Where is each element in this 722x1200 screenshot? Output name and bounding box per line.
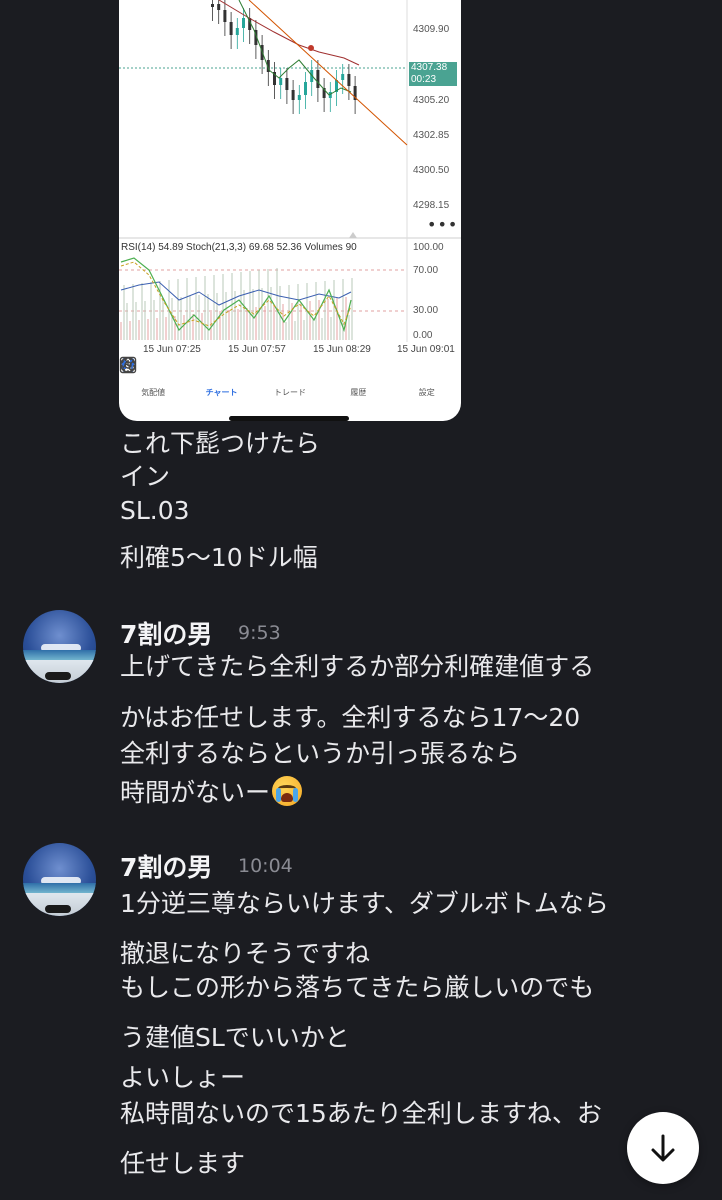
tab-chart[interactable]: チャート xyxy=(122,356,256,408)
candle-body xyxy=(229,22,233,35)
current-price-value: 4307.38 xyxy=(411,62,448,73)
trend-anchor-dot xyxy=(308,45,314,51)
candle-body xyxy=(297,95,301,100)
tab-label: トレード xyxy=(273,388,306,397)
message-time: 10:04 xyxy=(238,855,293,877)
indicator-legend: RSI(14) 54.89 Stoch(21,3,3) 69.68 52.36 … xyxy=(121,242,357,253)
candle-body xyxy=(223,10,227,22)
osc-axis-label: 0.00 xyxy=(413,330,433,341)
price-label: 4300.50 xyxy=(413,165,450,176)
message-time: 9:53 xyxy=(238,622,281,644)
app-tab-bar: 気配値 チャート トレード 履歴 設定 xyxy=(119,356,461,408)
more-options-icon[interactable]: ••• xyxy=(427,215,458,234)
candle-body xyxy=(304,82,307,95)
scroll-marker-icon xyxy=(349,232,357,238)
time-axis-label: 15 Jun 09:01 xyxy=(397,344,455,355)
price-chart xyxy=(119,0,461,342)
home-indicator xyxy=(229,416,349,421)
message-line: う建値SLでいいかと xyxy=(120,1023,350,1052)
tab-label: チャート xyxy=(205,388,238,397)
tab-settings[interactable]: 設定 xyxy=(120,356,461,408)
price-label: 4302.85 xyxy=(413,130,450,141)
sender-name[interactable]: 7割の男 xyxy=(120,848,212,884)
loudly-crying-face-icon xyxy=(272,776,303,806)
message-line: 全利するならというか引っ張るなら xyxy=(120,739,521,768)
candle-body xyxy=(242,18,245,28)
tab-history[interactable]: 履歴 xyxy=(120,356,392,408)
message-line: 時間がないー xyxy=(120,773,303,809)
message-line: 1分逆三尊ならいけます、ダブルボトムなら xyxy=(120,889,609,918)
time-axis-label: 15 Jun 07:25 xyxy=(143,344,201,355)
candle-countdown: 00:23 xyxy=(411,74,437,85)
price-label: 4305.20 xyxy=(413,95,450,106)
tab-label: 気配値 xyxy=(141,388,166,397)
candle-body xyxy=(285,78,289,90)
message-line: よいしょー xyxy=(120,1063,246,1092)
avatar[interactable] xyxy=(23,843,96,916)
chat-screen: 4309.90 4305.20 4302.85 4300.50 4298.15 … xyxy=(0,0,722,1200)
message-line: 上げてきたら全利するか部分利確建値する xyxy=(120,652,595,681)
osc-axis-label: 70.00 xyxy=(413,265,439,276)
candle-body xyxy=(291,90,295,100)
time-axis-label: 15 Jun 07:57 xyxy=(228,344,286,355)
message-line: 利確5〜10ドル幅 xyxy=(120,543,318,572)
message-line: イン xyxy=(120,462,171,491)
message-line: もしこの形から落ちてきたら厳しいのでも xyxy=(120,973,595,1002)
price-label: 4298.15 xyxy=(413,200,450,211)
message-line: これ下髭つけたら xyxy=(120,429,321,458)
candle-body xyxy=(211,4,214,7)
ma-slow-line xyxy=(218,0,360,66)
message-line: 任せします xyxy=(120,1149,246,1178)
price-label: 4309.90 xyxy=(413,24,450,35)
osc-axis-label: 30.00 xyxy=(413,305,439,316)
message-line: 私時間ないので15あたり全利しますね、お xyxy=(120,1099,602,1128)
candle-body xyxy=(235,28,239,35)
message-line: かはお任せします。全利するなら17〜20 xyxy=(120,703,581,732)
candle-body xyxy=(316,70,320,88)
scroll-to-bottom-button[interactable] xyxy=(627,1112,699,1184)
chart-screenshot-image[interactable]: 4309.90 4305.20 4302.85 4300.50 4298.15 … xyxy=(119,0,461,421)
candle-body xyxy=(347,74,351,86)
candle-body xyxy=(341,74,345,80)
message-line: SL.03 xyxy=(120,496,190,525)
tab-trade[interactable]: トレード xyxy=(119,356,324,408)
message-line: 撤退になりそうですね xyxy=(120,939,371,968)
osc-axis-label: 100.00 xyxy=(413,242,444,253)
tab-label: 履歴 xyxy=(350,388,367,397)
tab-label: 設定 xyxy=(418,388,435,397)
time-axis-label: 15 Jun 08:29 xyxy=(313,344,371,355)
avatar[interactable] xyxy=(23,610,96,683)
current-price-tag: 4307.38 00:23 xyxy=(409,62,457,86)
arrow-down-icon xyxy=(651,1134,675,1162)
candle-body xyxy=(217,4,221,10)
sender-name[interactable]: 7割の男 xyxy=(120,615,212,651)
candle-body xyxy=(279,78,283,85)
